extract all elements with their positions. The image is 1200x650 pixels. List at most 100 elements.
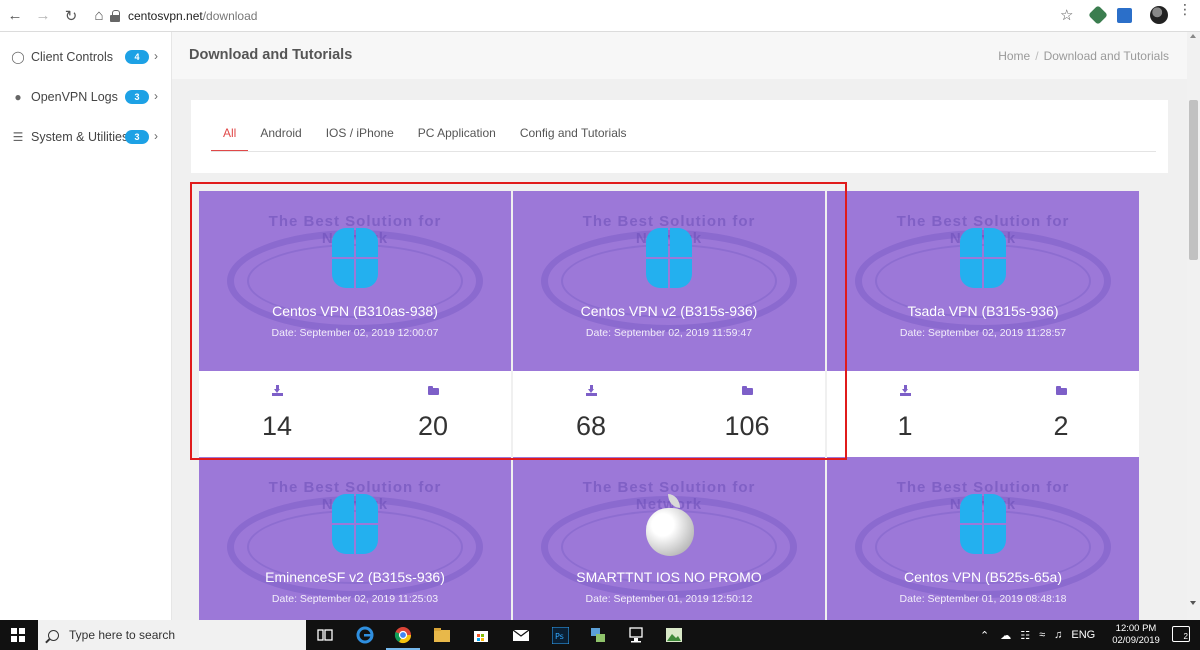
file-explorer-icon[interactable] bbox=[431, 625, 453, 645]
tray-expand-icon[interactable]: ⌃ bbox=[980, 629, 989, 642]
file-count-value: 2 bbox=[1053, 411, 1069, 441]
clock-time: 12:00 PM bbox=[1115, 623, 1157, 634]
language-indicator[interactable]: ENG bbox=[1071, 629, 1095, 641]
edge-icon[interactable] bbox=[354, 625, 376, 645]
extension-chart-icon[interactable] bbox=[1117, 8, 1132, 23]
chevron-right-icon: › bbox=[154, 129, 158, 143]
sidebar: ◯ Client Controls 4 › ● OpenVPN Logs 3 ›… bbox=[0, 32, 172, 620]
tab-ios-iphone[interactable]: IOS / iPhone bbox=[314, 126, 406, 152]
apple-icon bbox=[646, 494, 694, 556]
tab-all[interactable]: All bbox=[211, 126, 249, 152]
home-icon[interactable]: ⌂ bbox=[86, 3, 112, 29]
sidebar-item-openvpn-logs[interactable]: ● OpenVPN Logs 3 › bbox=[0, 77, 171, 117]
extension-icon[interactable] bbox=[1088, 5, 1108, 25]
sidebar-item-label: OpenVPN Logs bbox=[31, 90, 118, 104]
taskbar-search[interactable]: Type here to search bbox=[38, 620, 306, 650]
download-count: 1 bbox=[827, 371, 983, 457]
breadcrumb-current: Download and Tutorials bbox=[1043, 49, 1169, 63]
sidebar-item-client-controls[interactable]: ◯ Client Controls 4 › bbox=[0, 37, 171, 77]
folder-icon bbox=[1056, 386, 1067, 397]
computer-network-icon[interactable] bbox=[625, 625, 647, 645]
reload-icon[interactable]: ↻ bbox=[58, 3, 84, 29]
card-title: Tsada VPN (B315s-936) bbox=[907, 303, 1059, 319]
scroll-up-icon[interactable] bbox=[1190, 34, 1196, 38]
card-banner[interactable]: The Best Solution for Network Tsada VPN … bbox=[827, 191, 1139, 371]
windows-icon bbox=[960, 494, 1006, 554]
page-title: Download and Tutorials bbox=[189, 47, 353, 63]
file-count: 2 bbox=[983, 371, 1139, 457]
card-banner[interactable]: The Best Solution for Network EminenceSF… bbox=[199, 457, 511, 620]
chrome-icon[interactable] bbox=[386, 625, 420, 650]
card-date: Date: September 02, 2019 11:28:57 bbox=[899, 327, 1067, 339]
profile-avatar[interactable] bbox=[1150, 6, 1168, 24]
search-icon bbox=[48, 629, 59, 641]
sidebar-item-label: Client Controls bbox=[31, 50, 113, 64]
browser-toolbar: ← → ↻ ⌂ centosvpn.net/download ☆ ⋮ bbox=[0, 0, 1200, 32]
tab-android[interactable]: Android bbox=[248, 126, 313, 152]
chevron-right-icon: › bbox=[154, 49, 158, 63]
main-content: Download and Tutorials Home / Download and… bbox=[172, 32, 1187, 620]
download-card[interactable]: The Best Solution for Network Centos VPN… bbox=[827, 457, 1139, 620]
network-app-icon[interactable] bbox=[587, 625, 609, 645]
scroll-down-icon[interactable] bbox=[1190, 601, 1196, 605]
user-icon: ◯ bbox=[11, 50, 25, 64]
card-date: Date: September 02, 2019 11:25:03 bbox=[271, 593, 439, 605]
highlight-box bbox=[190, 182, 847, 460]
chevron-right-icon: › bbox=[154, 89, 158, 103]
volume-icon[interactable]: ♫ bbox=[1054, 629, 1062, 641]
filter-tabs: All Android IOS / iPhone PC Application … bbox=[211, 126, 639, 152]
svg-text:Ps: Ps bbox=[555, 632, 564, 641]
breadcrumb: Home / Download and Tutorials bbox=[998, 49, 1169, 63]
search-placeholder: Type here to search bbox=[69, 628, 176, 642]
bookmark-star-icon[interactable]: ☆ bbox=[1060, 6, 1073, 24]
browser-menu-icon[interactable]: ⋮ bbox=[1178, 2, 1192, 16]
tab-pc-application[interactable]: PC Application bbox=[406, 126, 508, 152]
globe-icon: ● bbox=[14, 90, 22, 104]
page-scrollbar[interactable] bbox=[1187, 32, 1200, 620]
taskbar: Type here to search Ps ⌃ ☁ ☷ ≈ ♫ ENG 12:… bbox=[0, 620, 1200, 650]
card-date: Date: September 01, 2019 12:50:12 bbox=[585, 593, 753, 605]
wifi-icon[interactable]: ≈ bbox=[1039, 629, 1045, 641]
task-view-icon[interactable] bbox=[314, 625, 336, 645]
page-header: Download and Tutorials Home / Download and… bbox=[172, 32, 1187, 79]
card-banner[interactable]: The Best Solution for Network SMARTTNT I… bbox=[513, 457, 825, 620]
card-title: SMARTTNT IOS NO PROMO bbox=[576, 569, 762, 585]
card-date: Date: September 01, 2019 08:48:18 bbox=[899, 593, 1067, 605]
photoshop-icon[interactable]: Ps bbox=[549, 625, 571, 645]
image-viewer-icon[interactable] bbox=[663, 625, 685, 645]
download-card[interactable]: The Best Solution for Network EminenceSF… bbox=[199, 457, 511, 620]
download-card[interactable]: The Best Solution for Network SMARTTNT I… bbox=[513, 457, 825, 620]
breadcrumb-home-link[interactable]: Home bbox=[998, 49, 1030, 63]
mail-icon[interactable] bbox=[510, 625, 532, 645]
system-tray: ⌃ ☁ ☷ ≈ ♫ ENG bbox=[980, 620, 1095, 650]
tab-config-tutorials[interactable]: Config and Tutorials bbox=[508, 126, 639, 152]
card-banner[interactable]: The Best Solution for Network Centos VPN… bbox=[827, 457, 1139, 620]
download-card[interactable]: The Best Solution for Network Tsada VPN … bbox=[827, 191, 1139, 457]
count-badge: 3 bbox=[125, 90, 149, 104]
notification-count: 2 bbox=[1183, 632, 1188, 641]
breadcrumb-separator: / bbox=[1035, 49, 1039, 63]
scroll-thumb[interactable] bbox=[1189, 100, 1198, 260]
sidebar-item-label: System & Utilities bbox=[31, 130, 129, 144]
windows-start-icon[interactable] bbox=[0, 620, 36, 650]
tabs-card: All Android IOS / iPhone PC Application … bbox=[191, 100, 1168, 173]
cloud-icon[interactable]: ☁ bbox=[1000, 629, 1011, 642]
forward-icon[interactable]: → bbox=[30, 3, 56, 29]
address-bar[interactable]: centosvpn.net/download bbox=[110, 4, 1085, 28]
system-clock[interactable]: 12:00 PM 02/09/2019 bbox=[1106, 623, 1166, 647]
back-icon[interactable]: ← bbox=[2, 3, 28, 29]
count-badge: 4 bbox=[125, 50, 149, 64]
clock-date: 02/09/2019 bbox=[1112, 635, 1160, 646]
url-domain: centosvpn.net bbox=[128, 9, 203, 23]
store-icon[interactable] bbox=[470, 625, 492, 645]
sidebar-item-system-utilities[interactable]: ☰ System & Utilities 3 › bbox=[0, 117, 171, 157]
download-count-value: 1 bbox=[897, 411, 913, 441]
notification-icon[interactable]: 2 bbox=[1172, 626, 1190, 642]
count-badge: 3 bbox=[125, 130, 149, 144]
windows-icon bbox=[332, 494, 378, 554]
layers-icon: ☰ bbox=[12, 130, 24, 144]
download-icon bbox=[900, 385, 911, 396]
lock-icon bbox=[110, 10, 120, 22]
network-icon[interactable]: ☷ bbox=[1020, 629, 1030, 642]
card-stats: 1 2 bbox=[827, 371, 1139, 457]
